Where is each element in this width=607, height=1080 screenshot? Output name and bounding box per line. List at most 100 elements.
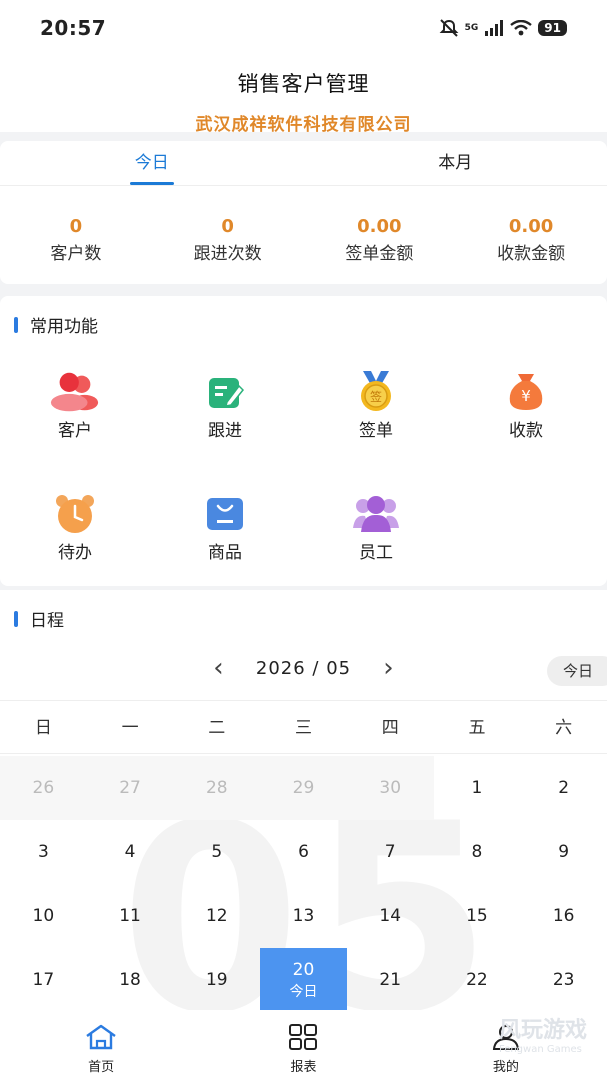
calendar-day[interactable]: 29 <box>260 756 347 820</box>
common-functions-card: 常用功能 客户 跟进 签 签单 ¥ 收款 待办 商品 员工 <box>0 296 607 586</box>
money-bag-icon: ¥ <box>509 374 543 410</box>
function-todo[interactable]: 待办 <box>25 494 125 563</box>
calendar-day[interactable]: 16 <box>520 884 607 948</box>
stat-label: 签单金额 <box>345 244 414 264</box>
calendar-day[interactable]: 15 <box>434 884 521 948</box>
calendar-day[interactable]: 19 <box>173 948 260 1012</box>
stat-received-amount[interactable]: 0.00 收款金额 <box>455 216 607 264</box>
calendar-day-selected[interactable]: 20 今日 <box>260 948 347 1012</box>
function-staff[interactable]: 员工 <box>326 494 426 563</box>
section-header: 常用功能 <box>0 312 98 337</box>
function-label: 签单 <box>359 421 393 441</box>
stat-label: 收款金额 <box>497 244 566 264</box>
month-navigator: ‹ 2026 / 05 › <box>0 648 607 688</box>
calendar-day[interactable]: 9 <box>520 820 607 884</box>
weekday-label: 三 <box>295 718 313 738</box>
calendar-day[interactable]: 23 <box>520 948 607 1012</box>
calendar-day[interactable]: 5 <box>173 820 260 884</box>
calendar-day[interactable]: 22 <box>434 948 521 1012</box>
stat-value: 0.00 <box>357 216 402 237</box>
function-label: 员工 <box>359 543 393 563</box>
chevron-right-icon[interactable]: › <box>369 653 409 683</box>
calendar-day[interactable]: 26 <box>0 756 87 820</box>
current-month: 2026 / 05 <box>255 657 352 679</box>
mute-icon <box>439 19 459 37</box>
function-follow-up[interactable]: 跟进 <box>175 372 275 441</box>
function-customers[interactable]: 客户 <box>25 372 125 441</box>
calendar-day[interactable]: 3 <box>0 820 87 884</box>
function-products[interactable]: 商品 <box>175 494 275 563</box>
calendar-day[interactable]: 1 <box>434 756 521 820</box>
calendar-day[interactable]: 11 <box>87 884 174 948</box>
nav-label: 报表 <box>290 1060 317 1075</box>
yuan-glyph: ¥ <box>521 387 531 405</box>
function-payment[interactable]: ¥ 收款 <box>476 372 576 441</box>
today-button[interactable]: 今日 <box>547 656 607 686</box>
weekday-header: 日 一 二 三 四 五 六 <box>0 700 607 754</box>
nav-reports[interactable]: 报表 <box>202 1010 404 1080</box>
watermark-text: 风玩游戏 <box>498 1018 587 1043</box>
calendar-day[interactable]: 8 <box>434 820 521 884</box>
nav-label: 首页 <box>88 1060 115 1075</box>
section-header: 日程 <box>0 606 64 631</box>
tab-this-month[interactable]: 本月 <box>304 141 607 185</box>
calendar-day[interactable]: 18 <box>87 948 174 1012</box>
section-title-schedule: 日程 <box>30 611 64 631</box>
status-bar: 20:57 5G 91 <box>0 0 607 56</box>
schedule-section: 日程 ‹ 2026 / 05 › 今日 日 一 二 三 四 五 六 05 26 2… <box>0 590 607 1050</box>
alarm-clock-icon <box>56 495 94 533</box>
calendar-day[interactable]: 17 <box>0 948 87 1012</box>
tab-today[interactable]: 今日 <box>0 141 304 185</box>
chevron-left-icon[interactable]: ‹ <box>199 653 239 683</box>
home-icon <box>86 1024 116 1050</box>
day-today-label: 今日 <box>289 984 318 1000</box>
function-label: 客户 <box>58 421 92 441</box>
stat-label: 跟进次数 <box>193 244 262 264</box>
section-marker <box>14 316 18 333</box>
function-label: 收款 <box>509 421 543 441</box>
follow-up-icon <box>209 378 245 408</box>
calendar-day[interactable]: 2 <box>520 756 607 820</box>
stat-value: 0.00 <box>508 216 554 237</box>
stats-card: 今日 本月 0 客户数 0 跟进次数 0.00 签单金额 0.00 收款金额 <box>0 141 607 284</box>
nav-label: 我的 <box>492 1060 519 1075</box>
calendar-day[interactable]: 7 <box>347 820 434 884</box>
weekday-label: 五 <box>468 718 486 738</box>
watermark-logo: 风玩游戏 Fengwan Games <box>499 1012 587 1055</box>
calendar-day[interactable]: 12 <box>173 884 260 948</box>
weekday-label: 二 <box>208 718 226 738</box>
stat-label: 客户数 <box>50 244 102 264</box>
sign-glyph: 签 <box>370 389 382 404</box>
grid-icon <box>289 1024 318 1050</box>
calendar-day[interactable]: 10 <box>0 884 87 948</box>
function-label: 商品 <box>208 543 242 563</box>
stat-value: 0 <box>69 216 83 237</box>
signal-icon <box>485 20 504 36</box>
calendar-day[interactable]: 21 <box>347 948 434 1012</box>
calendar-day[interactable]: 14 <box>347 884 434 948</box>
calendar-day[interactable]: 4 <box>87 820 174 884</box>
section-title-functions: 常用功能 <box>30 317 98 337</box>
network-label: 5G <box>464 23 479 33</box>
stat-signed-amount[interactable]: 0.00 签单金额 <box>304 216 456 264</box>
calendar-day[interactable]: 28 <box>173 756 261 820</box>
stats-tabs: 今日 本月 <box>0 141 607 186</box>
company-name: 武汉成祥软件科技有限公司 <box>195 115 412 135</box>
calendar-day[interactable]: 13 <box>260 884 347 948</box>
staff-icon <box>353 496 399 532</box>
calendar-day[interactable]: 30 <box>346 756 434 820</box>
watermark-subtext: Fengwan Games <box>498 1044 582 1055</box>
stat-customer-count[interactable]: 0 客户数 <box>0 216 152 264</box>
calendar-day[interactable]: 27 <box>86 756 174 820</box>
weekday-label: 日 <box>34 718 52 738</box>
wifi-icon <box>510 20 533 36</box>
nav-home[interactable]: 首页 <box>0 1010 202 1080</box>
stat-follow-up-count[interactable]: 0 跟进次数 <box>152 216 304 264</box>
calendar-day[interactable]: 6 <box>260 820 347 884</box>
weekday-label: 四 <box>381 718 399 738</box>
function-sign[interactable]: 签 签单 <box>326 371 426 441</box>
product-bag-icon <box>207 498 243 530</box>
battery-indicator: 91 <box>538 20 567 36</box>
function-label: 跟进 <box>208 421 242 441</box>
function-label: 待办 <box>58 543 92 563</box>
